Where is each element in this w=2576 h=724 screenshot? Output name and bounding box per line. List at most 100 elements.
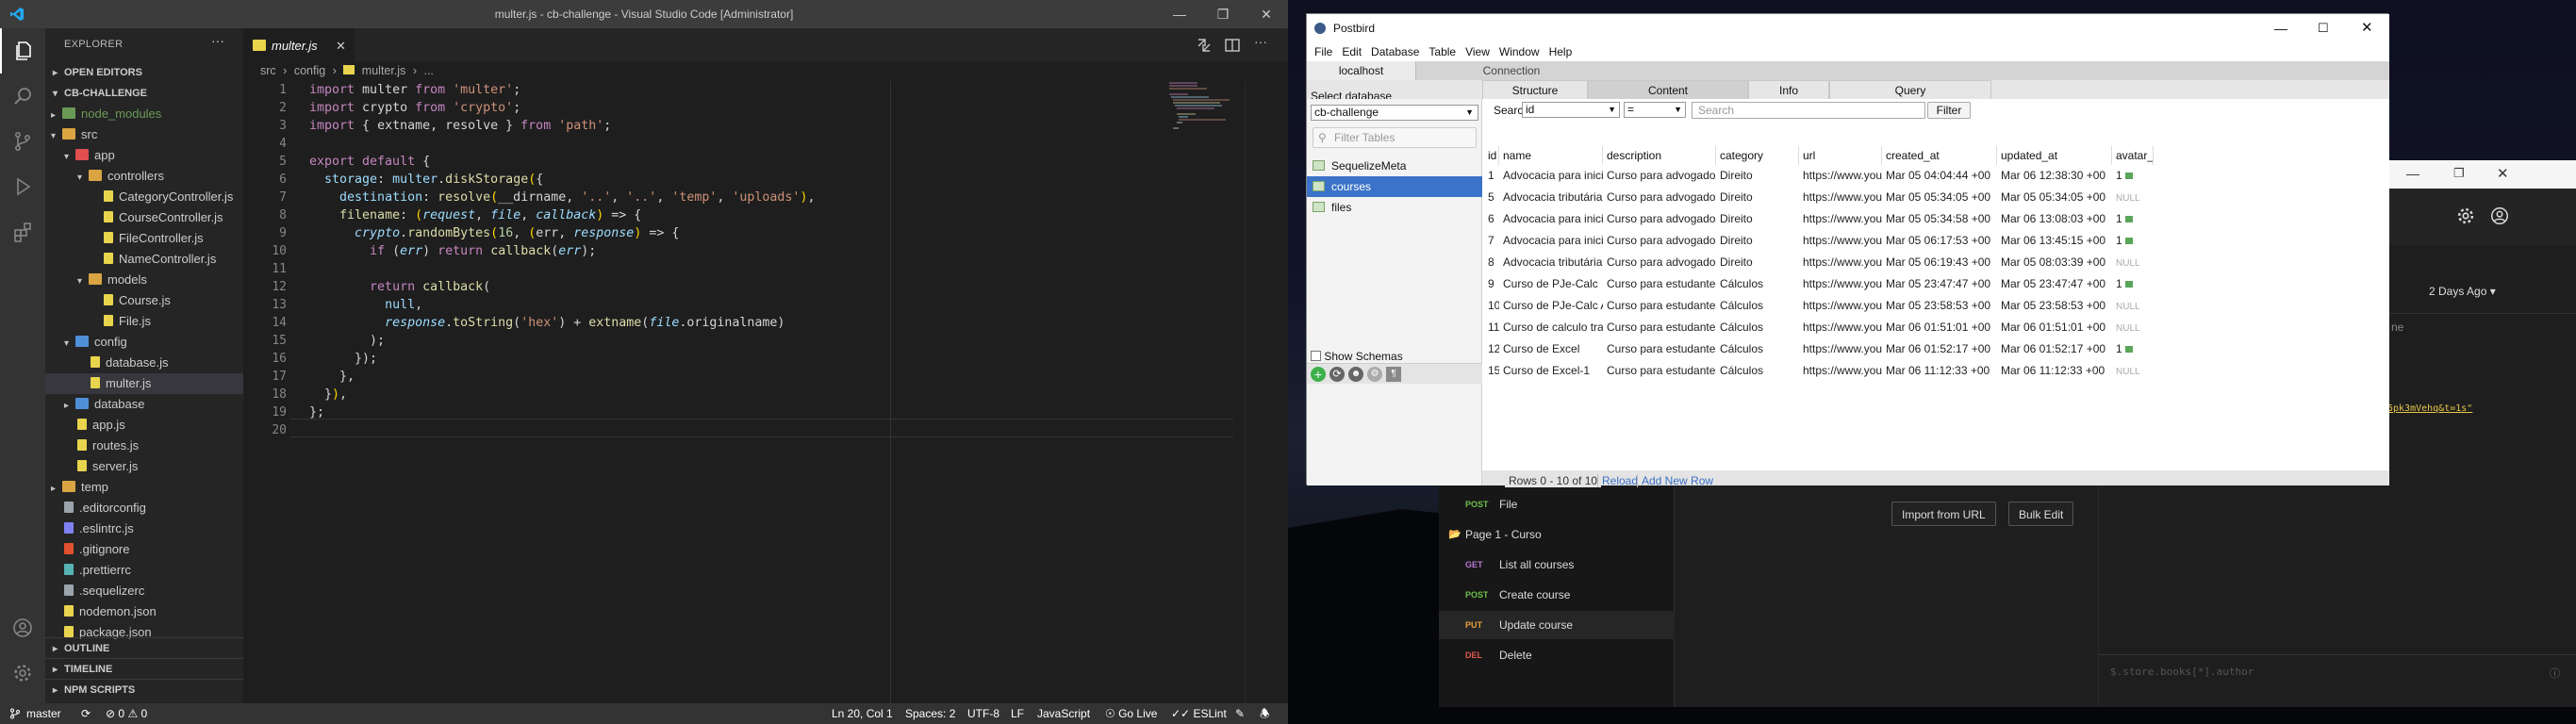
foreign-key-link-icon[interactable]: [2124, 173, 2133, 179]
tree-item[interactable]: Course.js: [45, 290, 243, 311]
tree-item[interactable]: ▾ app: [45, 145, 243, 166]
source-control-icon[interactable]: [0, 119, 45, 164]
table-row[interactable]: 6Advocacia para iniciante - 6Curso para …: [1482, 208, 2389, 230]
menu-help[interactable]: Help: [1549, 42, 1573, 61]
table-cell[interactable]: Advocacia para iniciante - 6: [1499, 208, 1603, 230]
table-row[interactable]: 10Curso de PJe-Calc AvançadoCurso para e…: [1482, 295, 2389, 317]
table-cell[interactable]: Direito: [1716, 165, 1799, 187]
tree-item[interactable]: .editorconfig: [45, 498, 243, 518]
tree-item[interactable]: ▸ node_modules: [45, 104, 243, 124]
code-editor[interactable]: 1 import multer from 'multer'; 2 import cry…: [243, 81, 1288, 703]
tab-close-icon[interactable]: ✕: [336, 29, 346, 62]
table-row[interactable]: 8Advocacia tributária 008Curso para advo…: [1482, 252, 2389, 273]
tree-item[interactable]: nodemon.json: [45, 601, 243, 622]
table-cell[interactable]: Advocacia tributária 008: [1499, 252, 1603, 273]
table-cell[interactable]: Curso para advogados: [1603, 230, 1716, 252]
table-cell[interactable]: Curso de Excel: [1499, 338, 1603, 360]
breadcrumb-config[interactable]: config: [294, 64, 325, 77]
golive-button[interactable]: ☉ Go Live: [1105, 703, 1157, 724]
table-cell[interactable]: Direito: [1716, 187, 1799, 208]
table-cell[interactable]: Cálculos: [1716, 338, 1799, 360]
tree-item[interactable]: ▾ src: [45, 124, 243, 145]
table-row[interactable]: 15 Curso de Excel-1 Curso para estudantes …: [1482, 360, 2389, 382]
table-cell[interactable]: Curso de calculo trabalhista: [1499, 317, 1603, 338]
table-cell[interactable]: https://www.youtube.co...: [1799, 273, 1882, 295]
table-cell[interactable]: Curso para estudantes: [1603, 338, 1716, 360]
table-cell[interactable]: Mar 06 01:52:17 +00: [1882, 338, 1997, 360]
table-cell[interactable]: Mar 05 23:58:53 +00: [1882, 295, 1997, 317]
minimap[interactable]: [1167, 81, 1243, 138]
bulk-edit-button[interactable]: Bulk Edit: [2008, 502, 2074, 526]
table-cell[interactable]: Mar 05 23:47:47 +00: [1997, 273, 2112, 295]
table-cell[interactable]: Curso para advogados: [1603, 187, 1716, 208]
menu-file[interactable]: File: [1314, 42, 1332, 61]
restore-button[interactable]: ❐: [1201, 0, 1245, 28]
table-cell[interactable]: Cálculos: [1716, 273, 1799, 295]
table-cell[interactable]: 12: [1484, 338, 1499, 360]
column-header-created_at[interactable]: created_at: [1882, 146, 1997, 165]
table-cell[interactable]: Mar 05 06:19:43 +00: [1882, 252, 1997, 273]
tree-item[interactable]: ▸ database: [45, 394, 243, 415]
table-cell[interactable]: Mar 06 01:51:01 +00: [1882, 317, 1997, 338]
table-cell[interactable]: https://www.youtube.co...: [1799, 360, 1882, 382]
request-item[interactable]: POST Create course: [1439, 581, 1675, 609]
foreign-key-link-icon[interactable]: [2124, 346, 2133, 353]
table-cell[interactable]: 9: [1484, 273, 1499, 295]
tree-item[interactable]: .gitignore: [45, 539, 243, 560]
table-cell[interactable]: NULL: [2112, 295, 2154, 317]
column-header-avatar_id[interactable]: avatar_id: [2112, 146, 2154, 165]
table-row[interactable]: 5 Advocacia tributária 5 Curso para advoga…: [1482, 187, 2389, 208]
tab-structure[interactable]: Structure: [1482, 80, 1588, 99]
tab-localhost[interactable]: localhost: [1307, 61, 1416, 80]
table-cell[interactable]: Direito: [1716, 230, 1799, 252]
tree-item[interactable]: CourseController.js: [45, 207, 243, 228]
table-cell[interactable]: 15: [1484, 360, 1499, 382]
table-cell[interactable]: Curso de PJe-Calc: [1499, 273, 1603, 295]
table-cell[interactable]: Mar 05 05:34:05 +00: [1882, 187, 1997, 208]
close-button[interactable]: ✕: [1245, 0, 1288, 28]
branch-name[interactable]: master: [26, 703, 61, 724]
table-cell[interactable]: Mar 06 13:45:15 +00: [1997, 230, 2112, 252]
table-cell[interactable]: Mar 05 05:34:05 +00: [1997, 187, 2112, 208]
problems-indicator[interactable]: ⊘ 0 ⚠ 0: [106, 703, 147, 724]
table-cell[interactable]: 1: [2112, 338, 2154, 360]
table-cell[interactable]: Curso para advogados: [1603, 165, 1716, 187]
tree-item[interactable]: .sequelizerc: [45, 581, 243, 601]
tree-item[interactable]: NameController.js: [45, 249, 243, 270]
table-cell[interactable]: NULL: [2112, 187, 2154, 208]
search-operator-select[interactable]: = ▼: [1624, 102, 1686, 118]
table-cell[interactable]: Curso para advogados: [1603, 208, 1716, 230]
table-cell[interactable]: Advocacia para iniciante: [1499, 165, 1603, 187]
minimize-button[interactable]: —: [2406, 166, 2419, 181]
cursor-position[interactable]: Ln 20, Col 1: [832, 703, 893, 724]
tab-query[interactable]: Query: [1829, 80, 1991, 99]
users-icon[interactable]: ☻: [1348, 367, 1363, 382]
run-debug-icon[interactable]: [0, 164, 45, 209]
table-cell[interactable]: Curso para advogados 08: [1603, 252, 1716, 273]
table-row[interactable]: 12 Curso de Excel Curso para estudantes Cál…: [1482, 338, 2389, 360]
table-cell[interactable]: 5: [1484, 187, 1499, 208]
tree-item[interactable]: FileController.js: [45, 228, 243, 249]
request-item[interactable]: PUT Update course: [1439, 611, 1675, 639]
tree-item[interactable]: ▾ config: [45, 332, 243, 353]
table-cell[interactable]: Mar 06 11:12:33 +00: [1997, 360, 2112, 382]
minimize-button[interactable]: —: [2274, 14, 2287, 42]
foreign-key-link-icon[interactable]: [2124, 281, 2133, 288]
table-cell[interactable]: Advocacia para iniciante - 007: [1499, 230, 1603, 252]
request-item[interactable]: GET List all courses: [1439, 551, 1675, 579]
table-cell[interactable]: Mar 06 13:08:03 +00: [1997, 208, 2112, 230]
column-header-id[interactable]: id: [1484, 146, 1499, 165]
table-cell[interactable]: NULL: [2112, 252, 2154, 273]
table-cell[interactable]: https://www.youtube.co...: [1799, 338, 1882, 360]
table-item-courses[interactable]: courses: [1307, 176, 1482, 197]
search-field-select[interactable]: id ▼: [1522, 102, 1620, 118]
table-cell[interactable]: 1: [1484, 165, 1499, 187]
table-cell[interactable]: https://www.youtube.co...: [1799, 208, 1882, 230]
table-cell[interactable]: Mar 06 11:12:33 +00: [1882, 360, 1997, 382]
notifications-bell-icon[interactable]: 🕭: [1260, 703, 1270, 724]
feedback-icon[interactable]: ✎: [1235, 703, 1245, 724]
table-cell[interactable]: 1: [2112, 273, 2154, 295]
menu-database[interactable]: Database: [1371, 42, 1419, 61]
foreign-key-link-icon[interactable]: [2124, 216, 2133, 222]
table-cell[interactable]: NULL: [2112, 317, 2154, 338]
